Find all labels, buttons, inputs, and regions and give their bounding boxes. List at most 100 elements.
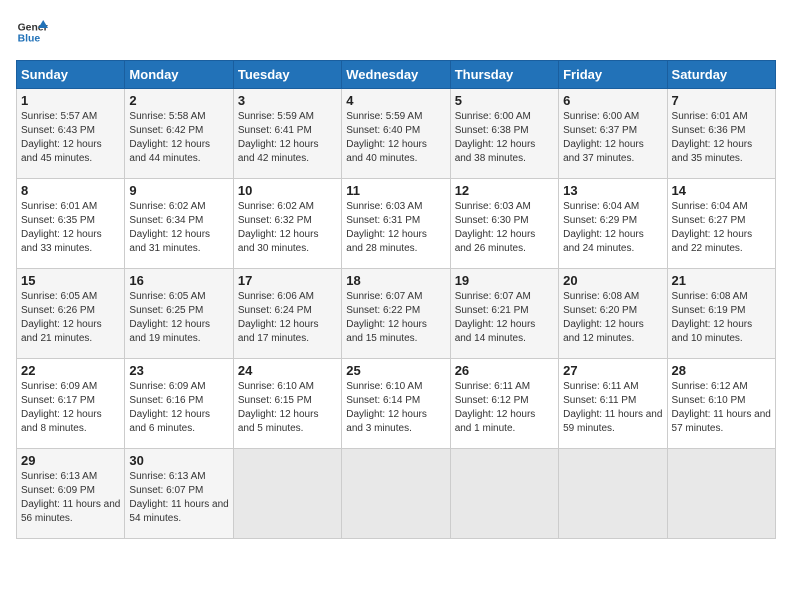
sunrise-text: Sunrise: 6:09 AM [21,380,120,394]
day-number: 18 [346,273,445,288]
sunset-text: Sunset: 6:10 PM [672,394,771,408]
day-info: Sunrise: 6:01 AM Sunset: 6:36 PM Dayligh… [672,110,771,166]
day-info: Sunrise: 6:11 AM Sunset: 6:12 PM Dayligh… [455,380,554,436]
calendar-cell: 23 Sunrise: 6:09 AM Sunset: 6:16 PM Dayl… [125,359,233,449]
daylight-text: Daylight: 12 hours and 37 minutes. [563,138,662,166]
calendar-cell [342,449,450,539]
calendar-cell: 24 Sunrise: 6:10 AM Sunset: 6:15 PM Dayl… [233,359,341,449]
column-header-sunday: Sunday [17,61,125,89]
sunrise-text: Sunrise: 6:02 AM [129,200,228,214]
sunrise-text: Sunrise: 6:13 AM [21,470,120,484]
sunset-text: Sunset: 6:32 PM [238,214,337,228]
daylight-text: Daylight: 12 hours and 35 minutes. [672,138,771,166]
sunrise-text: Sunrise: 6:03 AM [346,200,445,214]
daylight-text: Daylight: 12 hours and 19 minutes. [129,318,228,346]
sunset-text: Sunset: 6:17 PM [21,394,120,408]
day-info: Sunrise: 5:59 AM Sunset: 6:40 PM Dayligh… [346,110,445,166]
sunrise-text: Sunrise: 6:09 AM [129,380,228,394]
calendar-cell: 22 Sunrise: 6:09 AM Sunset: 6:17 PM Dayl… [17,359,125,449]
calendar-cell: 11 Sunrise: 6:03 AM Sunset: 6:31 PM Dayl… [342,179,450,269]
sunrise-text: Sunrise: 6:06 AM [238,290,337,304]
sunset-text: Sunset: 6:24 PM [238,304,337,318]
sunrise-text: Sunrise: 6:04 AM [563,200,662,214]
sunrise-text: Sunrise: 5:59 AM [346,110,445,124]
day-number: 11 [346,183,445,198]
day-number: 20 [563,273,662,288]
day-info: Sunrise: 6:06 AM Sunset: 6:24 PM Dayligh… [238,290,337,346]
sunrise-text: Sunrise: 6:11 AM [455,380,554,394]
calendar-cell: 7 Sunrise: 6:01 AM Sunset: 6:36 PM Dayli… [667,89,775,179]
column-header-tuesday: Tuesday [233,61,341,89]
calendar-cell: 3 Sunrise: 5:59 AM Sunset: 6:41 PM Dayli… [233,89,341,179]
daylight-text: Daylight: 12 hours and 24 minutes. [563,228,662,256]
daylight-text: Daylight: 12 hours and 33 minutes. [21,228,120,256]
sunrise-text: Sunrise: 6:01 AM [672,110,771,124]
day-number: 7 [672,93,771,108]
column-header-thursday: Thursday [450,61,558,89]
calendar-cell: 21 Sunrise: 6:08 AM Sunset: 6:19 PM Dayl… [667,269,775,359]
day-info: Sunrise: 6:08 AM Sunset: 6:20 PM Dayligh… [563,290,662,346]
day-info: Sunrise: 6:00 AM Sunset: 6:38 PM Dayligh… [455,110,554,166]
sunset-text: Sunset: 6:37 PM [563,124,662,138]
day-number: 13 [563,183,662,198]
day-number: 1 [21,93,120,108]
daylight-text: Daylight: 12 hours and 14 minutes. [455,318,554,346]
day-number: 24 [238,363,337,378]
sunrise-text: Sunrise: 6:12 AM [672,380,771,394]
daylight-text: Daylight: 12 hours and 8 minutes. [21,408,120,436]
sunrise-text: Sunrise: 6:07 AM [455,290,554,304]
day-info: Sunrise: 6:10 AM Sunset: 6:14 PM Dayligh… [346,380,445,436]
column-header-monday: Monday [125,61,233,89]
logo: General Blue [16,16,48,48]
sunset-text: Sunset: 6:21 PM [455,304,554,318]
day-info: Sunrise: 6:05 AM Sunset: 6:25 PM Dayligh… [129,290,228,346]
day-info: Sunrise: 6:00 AM Sunset: 6:37 PM Dayligh… [563,110,662,166]
calendar-cell: 28 Sunrise: 6:12 AM Sunset: 6:10 PM Dayl… [667,359,775,449]
day-info: Sunrise: 5:58 AM Sunset: 6:42 PM Dayligh… [129,110,228,166]
day-info: Sunrise: 5:57 AM Sunset: 6:43 PM Dayligh… [21,110,120,166]
calendar-cell: 27 Sunrise: 6:11 AM Sunset: 6:11 PM Dayl… [559,359,667,449]
day-number: 16 [129,273,228,288]
sunset-text: Sunset: 6:43 PM [21,124,120,138]
sunset-text: Sunset: 6:11 PM [563,394,662,408]
day-info: Sunrise: 6:09 AM Sunset: 6:17 PM Dayligh… [21,380,120,436]
calendar-cell: 12 Sunrise: 6:03 AM Sunset: 6:30 PM Dayl… [450,179,558,269]
daylight-text: Daylight: 11 hours and 57 minutes. [672,408,771,436]
day-number: 29 [21,453,120,468]
day-number: 2 [129,93,228,108]
calendar-cell: 25 Sunrise: 6:10 AM Sunset: 6:14 PM Dayl… [342,359,450,449]
daylight-text: Daylight: 12 hours and 3 minutes. [346,408,445,436]
sunset-text: Sunset: 6:07 PM [129,484,228,498]
day-info: Sunrise: 6:01 AM Sunset: 6:35 PM Dayligh… [21,200,120,256]
calendar-cell [559,449,667,539]
day-number: 5 [455,93,554,108]
sunset-text: Sunset: 6:35 PM [21,214,120,228]
sunrise-text: Sunrise: 6:04 AM [672,200,771,214]
calendar-cell: 14 Sunrise: 6:04 AM Sunset: 6:27 PM Dayl… [667,179,775,269]
day-number: 4 [346,93,445,108]
svg-text:Blue: Blue [18,34,41,45]
calendar-table: SundayMondayTuesdayWednesdayThursdayFrid… [16,60,776,539]
day-number: 21 [672,273,771,288]
day-number: 30 [129,453,228,468]
sunset-text: Sunset: 6:26 PM [21,304,120,318]
day-number: 28 [672,363,771,378]
sunset-text: Sunset: 6:09 PM [21,484,120,498]
page-header: General Blue [16,16,776,48]
day-info: Sunrise: 6:07 AM Sunset: 6:22 PM Dayligh… [346,290,445,346]
calendar-cell: 2 Sunrise: 5:58 AM Sunset: 6:42 PM Dayli… [125,89,233,179]
daylight-text: Daylight: 12 hours and 26 minutes. [455,228,554,256]
sunrise-text: Sunrise: 5:57 AM [21,110,120,124]
sunrise-text: Sunrise: 6:08 AM [672,290,771,304]
sunrise-text: Sunrise: 6:10 AM [346,380,445,394]
daylight-text: Daylight: 12 hours and 6 minutes. [129,408,228,436]
day-info: Sunrise: 6:02 AM Sunset: 6:32 PM Dayligh… [238,200,337,256]
sunset-text: Sunset: 6:27 PM [672,214,771,228]
daylight-text: Daylight: 12 hours and 21 minutes. [21,318,120,346]
day-info: Sunrise: 6:03 AM Sunset: 6:31 PM Dayligh… [346,200,445,256]
sunrise-text: Sunrise: 6:07 AM [346,290,445,304]
day-info: Sunrise: 6:04 AM Sunset: 6:27 PM Dayligh… [672,200,771,256]
day-info: Sunrise: 6:08 AM Sunset: 6:19 PM Dayligh… [672,290,771,346]
sunset-text: Sunset: 6:42 PM [129,124,228,138]
daylight-text: Daylight: 12 hours and 1 minute. [455,408,554,436]
